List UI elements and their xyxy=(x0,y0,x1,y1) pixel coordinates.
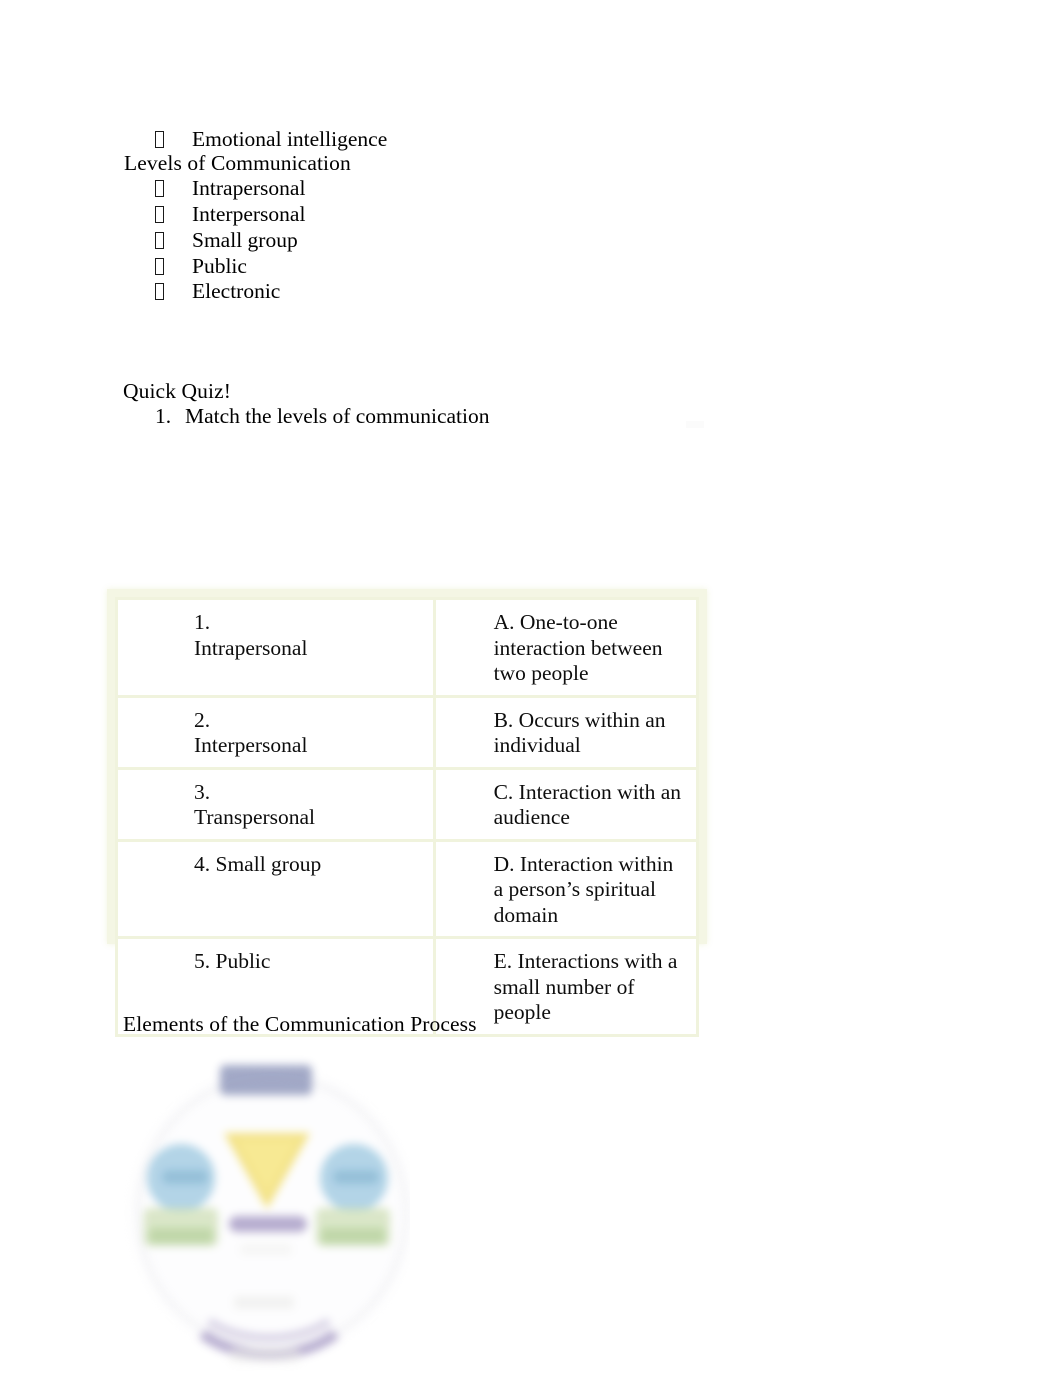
bullet-box-icon xyxy=(155,180,164,197)
diagram-feedback-arc-secondary-icon xyxy=(188,1242,350,1342)
matching-table: 1. Intrapersonal A. One-to-one interacti… xyxy=(115,597,700,1037)
list-item: Small group xyxy=(155,227,298,253)
bullet-box-icon xyxy=(155,131,164,148)
table-row: 4. Small group D. Interaction within a p… xyxy=(115,838,700,939)
bullet-box-icon xyxy=(155,283,164,300)
diagram-channel-slot-right-icon xyxy=(333,1170,379,1184)
section-heading-levels: Levels of Communication xyxy=(124,151,351,175)
list-item-label: Small group xyxy=(192,228,298,252)
communication-process-diagram: Blurred circular diagram of the communic… xyxy=(124,1048,410,1376)
document-page: Emotional intelligence Levels of Communi… xyxy=(0,0,1062,1376)
quiz-question: 1. Match the levels of communication xyxy=(155,403,490,429)
bullet-box-icon xyxy=(155,206,164,223)
table-cell-term: 2. Interpersonal xyxy=(115,694,436,770)
table-cell-term: 1. Intrapersonal xyxy=(115,597,436,698)
list-item-label: Public xyxy=(192,254,247,278)
table-cell-term: 3. Transpersonal xyxy=(115,766,436,842)
section-heading-elements: Elements of the Communication Process xyxy=(123,1012,477,1036)
table-cell-definition: C. Interaction with an audience xyxy=(432,766,700,842)
list-item: Public xyxy=(155,253,247,279)
table-cell-definition: A. One-to-one interaction between two pe… xyxy=(432,597,700,698)
list-item: Emotional intelligence xyxy=(155,126,387,152)
diagram-ghost-label-bottom xyxy=(230,1348,300,1362)
diagram-graphic xyxy=(124,1048,410,1376)
matching-table-container: 1. Intrapersonal A. One-to-one interacti… xyxy=(107,589,707,1037)
list-item: Intrapersonal xyxy=(155,175,305,201)
list-item: Interpersonal xyxy=(155,201,305,227)
diagram-message-triangle-inner-icon xyxy=(236,1140,298,1194)
table-cell-definition: D. Interaction within a person’s spiritu… xyxy=(432,838,700,939)
table-row: 2. Interpersonal B. Occurs within an ind… xyxy=(115,694,700,770)
list-item: Electronic xyxy=(155,278,280,304)
table-row: 3. Transpersonal C. Interaction with an … xyxy=(115,766,700,842)
question-number: 1. xyxy=(155,404,172,428)
list-item-label: Interpersonal xyxy=(192,202,306,226)
diagram-sender-bar-icon xyxy=(220,1065,312,1095)
list-item-label: Emotional intelligence xyxy=(192,127,388,151)
quiz-heading: Quick Quiz! xyxy=(123,379,231,403)
diagram-receiver-label-left-icon xyxy=(149,1228,213,1244)
diagram-channel-slot-left-icon xyxy=(162,1170,208,1184)
bullet-box-icon xyxy=(155,232,164,249)
list-item-label: Intrapersonal xyxy=(192,176,306,200)
diagram-ghost-label-middle xyxy=(234,1296,294,1309)
table-cell-definition: B. Occurs within an individual xyxy=(432,694,700,770)
bullet-box-icon xyxy=(155,258,164,275)
table-cell-term: 4. Small group xyxy=(115,838,436,939)
diagram-ghost-label-top xyxy=(240,1244,292,1255)
table-row: 1. Intrapersonal A. One-to-one interacti… xyxy=(115,597,700,698)
list-item-label: Electronic xyxy=(192,279,281,303)
page-artifact xyxy=(686,421,704,428)
diagram-receiver-label-right-icon xyxy=(321,1228,385,1244)
question-label: Match the levels of communication xyxy=(185,404,490,428)
